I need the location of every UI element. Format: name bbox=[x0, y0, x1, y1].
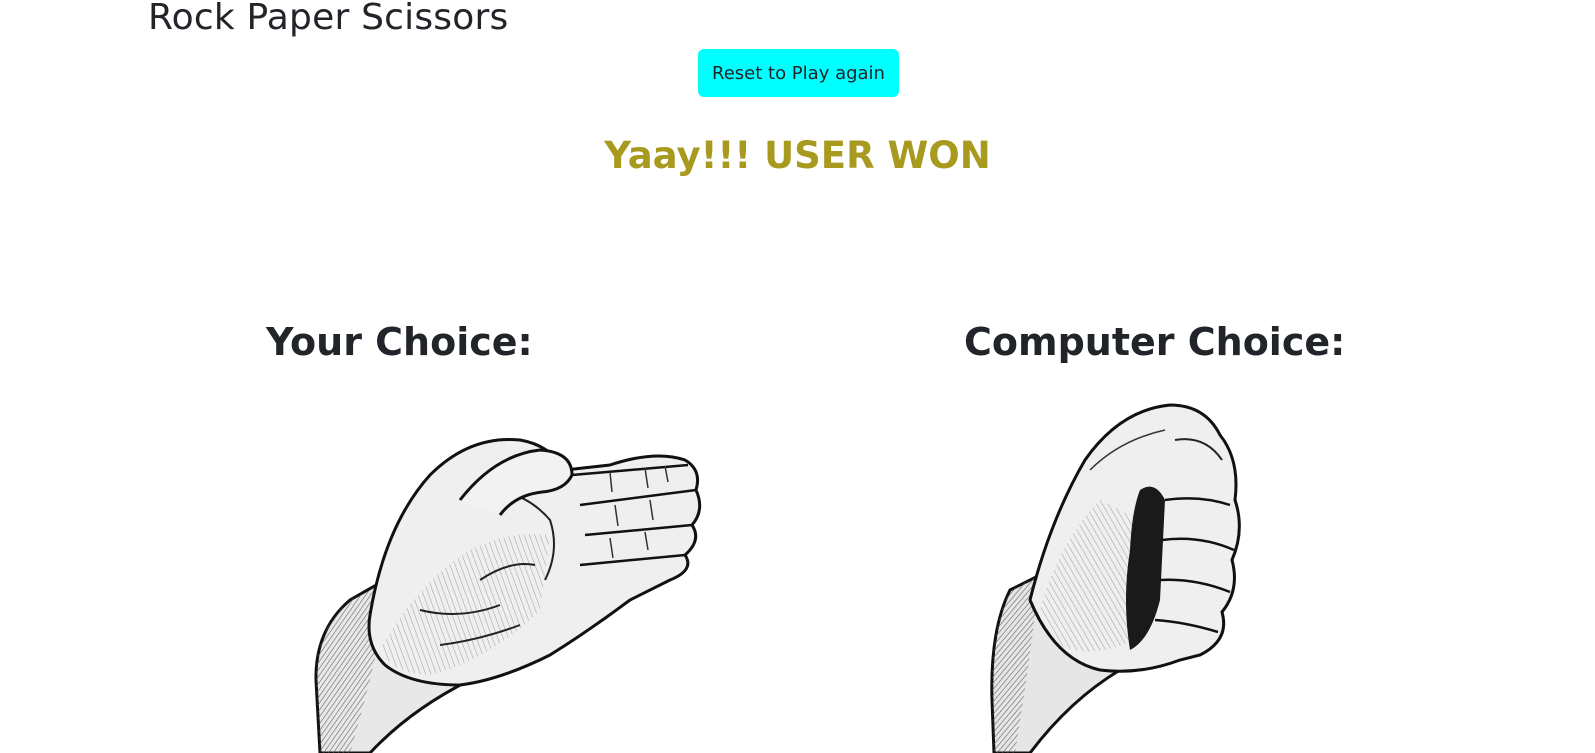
result-message: Yaay!!! USER WON bbox=[604, 134, 991, 177]
rock-fist-icon bbox=[990, 403, 1241, 753]
reset-button[interactable]: Reset to Play again bbox=[698, 49, 899, 97]
paper-hand-icon bbox=[314, 437, 702, 753]
game-page: Rock Paper Scissors Reset to Play again … bbox=[0, 0, 1595, 753]
computer-choice-heading: Computer Choice: bbox=[964, 320, 1346, 364]
your-choice-heading: Your Choice: bbox=[266, 320, 533, 364]
app-title: Rock Paper Scissors bbox=[148, 0, 509, 38]
